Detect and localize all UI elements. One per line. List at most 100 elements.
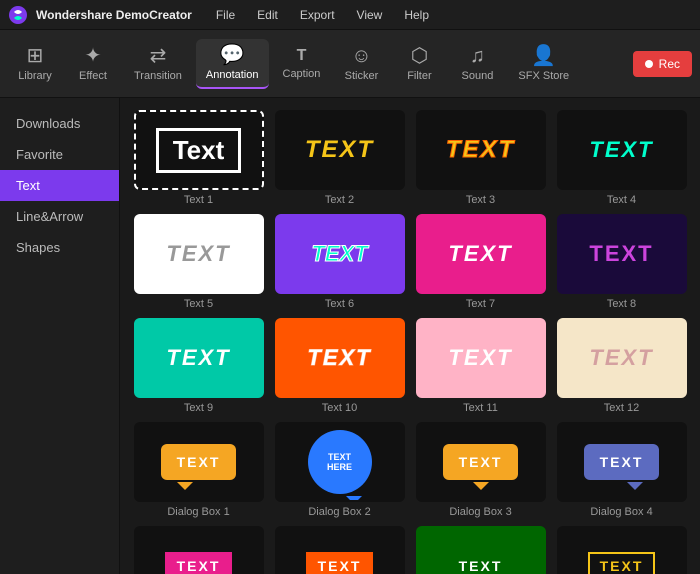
text-effect-label: Text 11: [463, 402, 498, 414]
app-name: Wondershare DemoCreator: [36, 8, 192, 22]
text-effect-thumb: TEXT: [134, 526, 264, 574]
dialog-bubble: TEXT: [443, 444, 519, 480]
text-effect-preview: TEXT: [448, 241, 512, 267]
text-effect-thumb: TEXT: [134, 214, 264, 294]
text-effect-preview: TEXT: [459, 558, 503, 574]
text-effects-grid: Text Text 1 TEXT Text 2 TEXT Text 3: [132, 110, 688, 574]
sidebar: Downloads Favorite Text Line&Arrow Shape…: [0, 98, 120, 574]
menu-help[interactable]: Help: [400, 6, 433, 24]
sidebar-item-shapes[interactable]: Shapes: [0, 232, 119, 263]
text-effect-thumb: TEXT: [275, 526, 405, 574]
sidebar-item-favorite[interactable]: Favorite: [0, 139, 119, 170]
filter-icon: ⬡: [411, 46, 428, 66]
tool-sound-label: Sound: [462, 70, 494, 82]
text-effect-preview: TEXT: [311, 241, 367, 267]
text-effect-thumb: TEXT: [416, 526, 546, 574]
library-icon: ⊞: [27, 46, 44, 66]
list-item[interactable]: TEXT Text 9: [132, 318, 265, 414]
tool-transition[interactable]: ⇄ Transition: [124, 40, 192, 88]
list-item[interactable]: TEXT: [555, 526, 688, 574]
list-item[interactable]: TEXT Text 12: [555, 318, 688, 414]
menu-file[interactable]: File: [212, 6, 239, 24]
text-effect-label: Text 8: [607, 298, 636, 310]
tool-sfxstore-label: SFX Store: [518, 70, 569, 82]
menu-edit[interactable]: Edit: [253, 6, 282, 24]
tool-caption[interactable]: T Caption: [273, 42, 331, 86]
rec-dot: [645, 60, 653, 68]
tool-filter-label: Filter: [407, 70, 431, 82]
list-item[interactable]: TEXT Text 10: [273, 318, 406, 414]
sfxstore-icon: 👤: [531, 46, 556, 66]
text-effect-label: Text 5: [184, 298, 213, 310]
dialog-bubble: TEXT: [584, 444, 660, 480]
text-effect-label: Text 10: [322, 402, 357, 414]
main-area: Downloads Favorite Text Line&Arrow Shape…: [0, 98, 700, 574]
text-effect-label: Text 6: [325, 298, 354, 310]
list-item[interactable]: TEXT Dialog Box 4: [555, 422, 688, 518]
text-effect-thumb: Text: [134, 110, 264, 190]
menu-bar: File Edit Export View Help: [212, 6, 433, 24]
text-effect-preview: Text: [156, 128, 242, 173]
content-area: Text Text 1 TEXT Text 2 TEXT Text 3: [120, 98, 700, 574]
tool-sound[interactable]: ♫ Sound: [450, 40, 504, 88]
list-item[interactable]: TEXT: [132, 526, 265, 574]
list-item[interactable]: TEXT: [414, 526, 547, 574]
list-item[interactable]: TEXT Text 8: [555, 214, 688, 310]
tool-effect-label: Effect: [79, 70, 107, 82]
tool-caption-label: Caption: [283, 68, 321, 80]
list-item[interactable]: TEXT Dialog Box 1: [132, 422, 265, 518]
dialog-box-thumb: TEXT: [134, 422, 264, 502]
list-item[interactable]: TEXT HERE Dialog Box 2: [273, 422, 406, 518]
text-effect-thumb: TEXT: [557, 214, 687, 294]
dialog-label: Dialog Box 4: [590, 506, 652, 518]
text-effect-preview: TEXT: [305, 136, 374, 164]
list-item[interactable]: TEXT Text 5: [132, 214, 265, 310]
dialog-label: Dialog Box 3: [449, 506, 511, 518]
tool-sfxstore[interactable]: 👤 SFX Store: [508, 40, 579, 88]
dialog-box-thumb: TEXT: [416, 422, 546, 502]
sidebar-item-text[interactable]: Text: [0, 170, 119, 201]
text-effect-thumb: TEXT: [416, 110, 546, 190]
tool-effect[interactable]: ✦ Effect: [66, 40, 120, 88]
sticker-icon: ☺: [351, 46, 371, 66]
text-effect-thumb: TEXT: [416, 214, 546, 294]
list-item[interactable]: TEXT Dialog Box 3: [414, 422, 547, 518]
text-effect-preview: TEXT: [589, 241, 653, 267]
list-item[interactable]: TEXT Text 6: [273, 214, 406, 310]
dialog-box-thumb: TEXT: [557, 422, 687, 502]
text-effect-thumb: TEXT: [275, 110, 405, 190]
list-item[interactable]: TEXT Text 4: [555, 110, 688, 206]
toolbar: ⊞ Library ✦ Effect ⇄ Transition 💬 Annota…: [0, 30, 700, 98]
text-effect-preview: TEXT: [589, 345, 653, 371]
list-item[interactable]: TEXT Text 11: [414, 318, 547, 414]
dialog-label: Dialog Box 2: [308, 506, 370, 518]
list-item[interactable]: TEXT Text 7: [414, 214, 547, 310]
caption-icon: T: [297, 48, 307, 64]
text-effect-preview: TEXT: [166, 345, 230, 371]
app-logo-icon: [8, 5, 28, 25]
rec-button[interactable]: Rec: [633, 51, 692, 77]
sidebar-item-linearrow[interactable]: Line&Arrow: [0, 201, 119, 232]
dialog-label: Dialog Box 1: [167, 506, 229, 518]
tool-filter[interactable]: ⬡ Filter: [392, 40, 446, 88]
list-item[interactable]: TEXT Text 3: [414, 110, 547, 206]
menu-export[interactable]: Export: [296, 6, 339, 24]
text-effect-preview: TEXT: [166, 241, 230, 267]
text-effect-preview: TEXT: [588, 552, 656, 574]
text-effect-label: Text 2: [325, 194, 354, 206]
tool-sticker[interactable]: ☺ Sticker: [334, 40, 388, 88]
tool-annotation[interactable]: 💬 Annotation: [196, 39, 269, 89]
annotation-icon: 💬: [220, 45, 245, 65]
sidebar-item-downloads[interactable]: Downloads: [0, 108, 119, 139]
list-item[interactable]: TEXT Text 2: [273, 110, 406, 206]
text-effect-preview: TEXT: [446, 136, 515, 164]
effect-icon: ✦: [85, 46, 102, 66]
list-item[interactable]: Text Text 1: [132, 110, 265, 206]
menu-view[interactable]: View: [353, 6, 387, 24]
text-effect-preview: TEXT: [306, 552, 374, 574]
text-effect-thumb: TEXT: [557, 526, 687, 574]
list-item[interactable]: TEXT: [273, 526, 406, 574]
tool-library[interactable]: ⊞ Library: [8, 40, 62, 88]
dialog-text: TEXT HERE: [322, 452, 358, 472]
text-effect-label: Text 7: [466, 298, 495, 310]
